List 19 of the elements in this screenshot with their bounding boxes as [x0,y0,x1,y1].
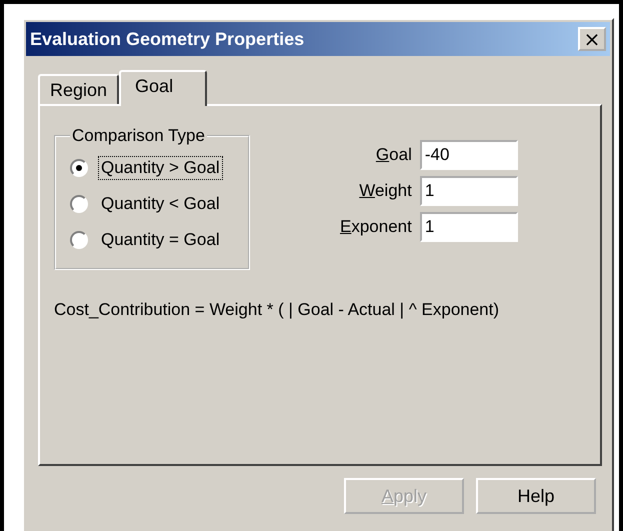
input-field[interactable]: 1 [420,212,518,242]
group-title: Comparison Type [71,126,206,146]
tab[interactable]: Region [38,74,120,104]
field-label: Goal [376,145,412,165]
radio-label[interactable]: Quantity > Goal [98,156,223,180]
tab[interactable]: Goal [119,70,208,106]
radio-button[interactable] [70,231,88,249]
radio-label[interactable]: Quantity < Goal [98,192,223,216]
field-label: Exponent [340,217,412,237]
field-label: Weight [359,181,412,201]
formula-text: Cost_Contribution = Weight * ( | Goal - Actual | ^ Exponent) [54,300,500,320]
radio-label[interactable]: Quantity = Goal [98,228,223,252]
window-title: Evaluation Geometry Properties [30,28,304,50]
dialog-button[interactable]: Help [476,478,596,514]
close-button[interactable]: × [578,27,606,51]
input-field[interactable]: -40 [420,140,518,170]
radio-button[interactable] [70,195,88,213]
input-field[interactable]: 1 [420,176,518,206]
radio-button[interactable] [70,159,88,177]
